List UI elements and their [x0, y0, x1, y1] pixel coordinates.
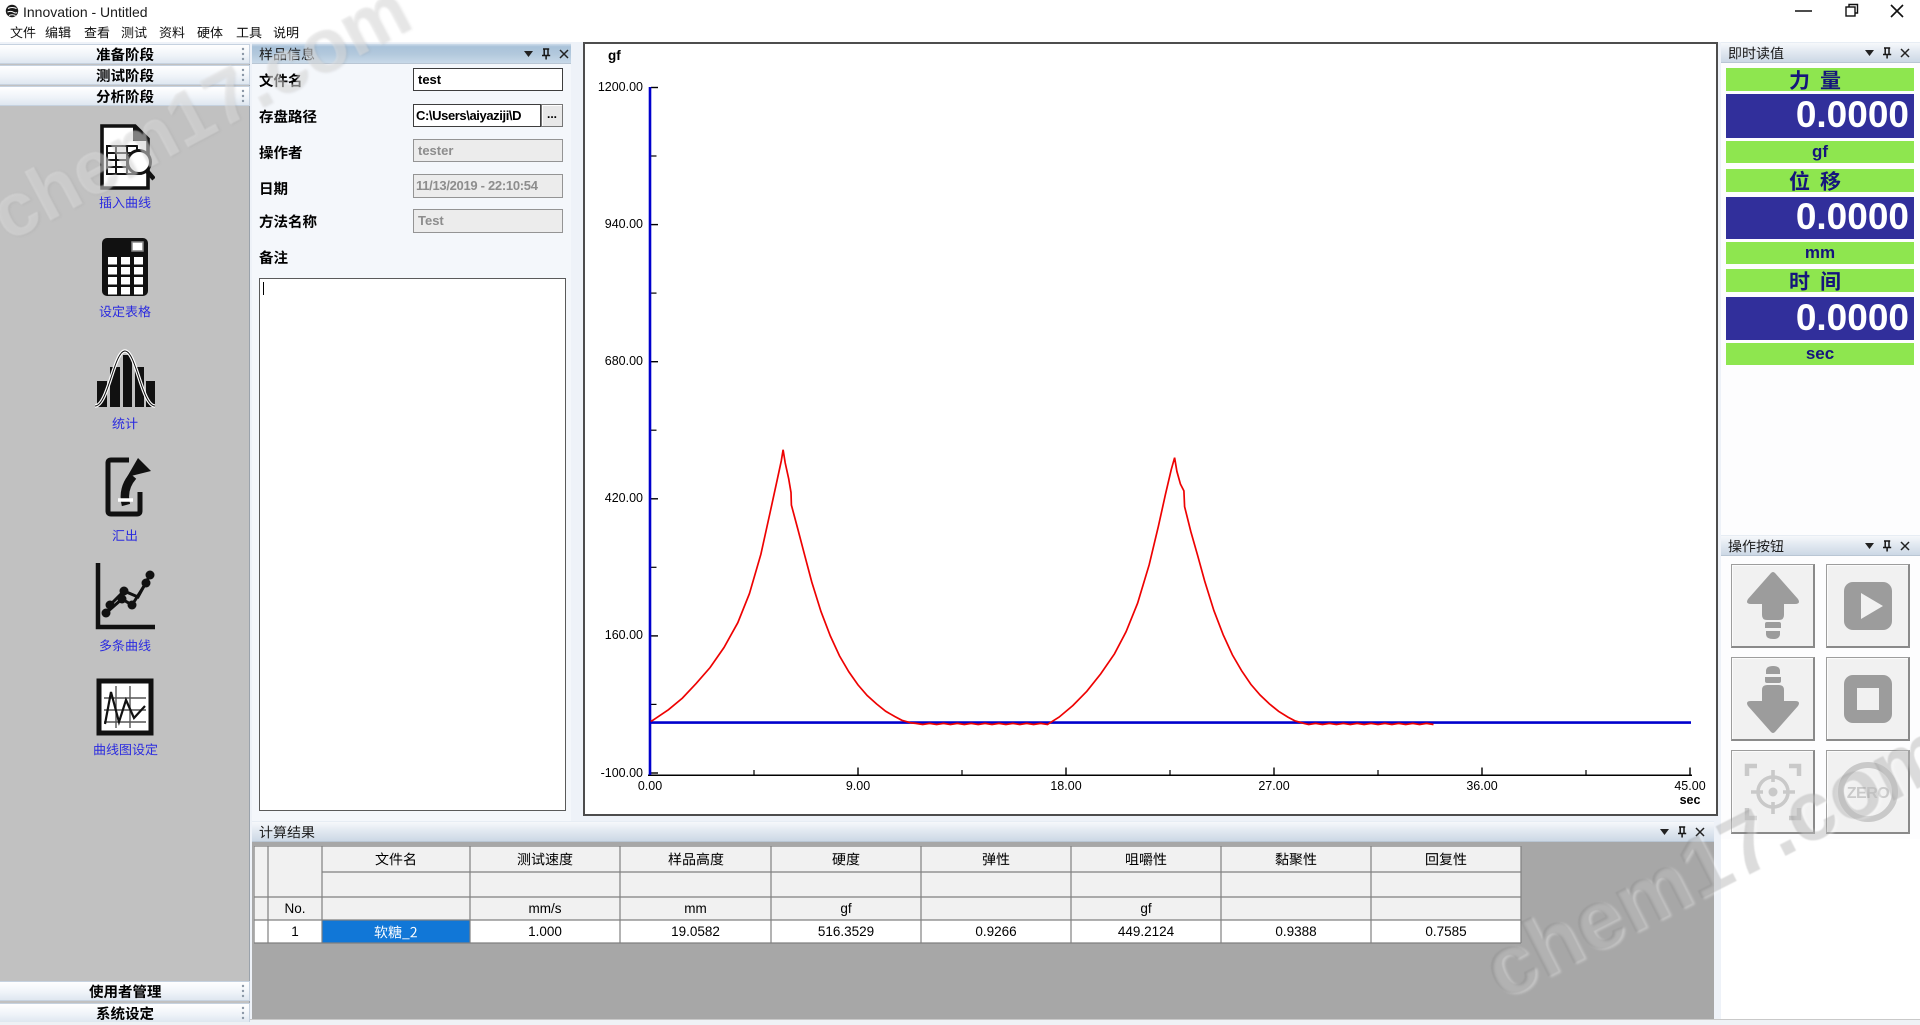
svg-text:ZERO: ZERO: [1847, 785, 1890, 802]
